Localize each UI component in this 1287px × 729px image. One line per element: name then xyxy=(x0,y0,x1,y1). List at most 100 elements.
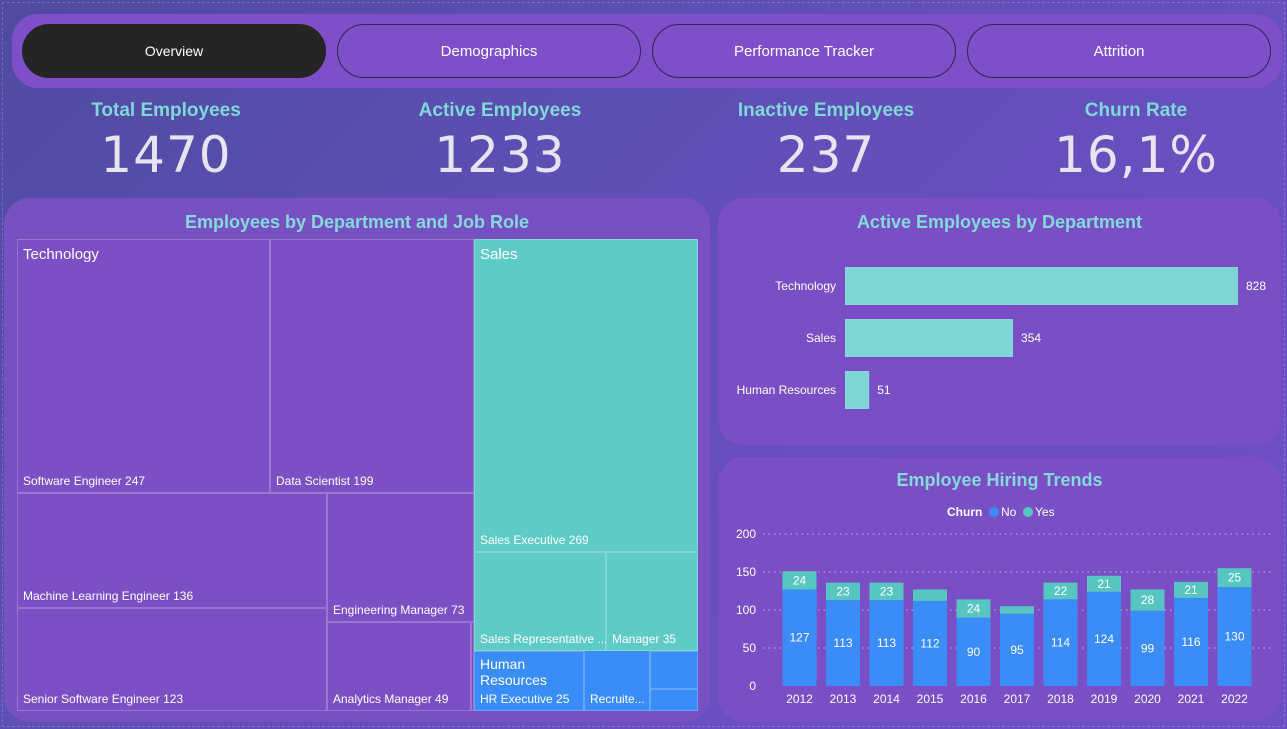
bar-label-yes: 22 xyxy=(1054,584,1068,598)
kpi-value: 1470 xyxy=(100,126,232,184)
hbar-category-label: Technology xyxy=(775,279,836,293)
bar-label-no: 113 xyxy=(833,636,852,650)
bar-segment-yes[interactable] xyxy=(913,589,947,601)
y-tick-label: 50 xyxy=(743,641,757,655)
legend-label-no[interactable]: No xyxy=(1001,505,1017,519)
hbar-value-label: 828 xyxy=(1246,279,1266,293)
treemap-leaf-label: Software Engineer 247 xyxy=(23,474,146,488)
treemap-cell-ml-engineer[interactable]: Machine Learning Engineer 136 xyxy=(17,493,327,608)
bar-segment-yes[interactable] xyxy=(1000,606,1034,614)
x-tick-label: 2018 xyxy=(1047,692,1074,706)
bar-label-no: 124 xyxy=(1094,632,1114,646)
treemap-leaf-label: HR Executive 25 xyxy=(480,692,570,706)
treemap-cell-hr-small-1[interactable] xyxy=(650,651,698,689)
y-tick-label: 100 xyxy=(736,603,756,617)
bar-label-yes: 21 xyxy=(1097,577,1111,591)
bar-label-no: 99 xyxy=(1141,641,1155,655)
kpi-value: 16,1% xyxy=(1054,126,1218,184)
bar-label-no: 130 xyxy=(1224,630,1244,644)
x-tick-label: 2021 xyxy=(1178,692,1205,706)
bar-label-yes: 24 xyxy=(967,601,981,615)
hiring-trends-chart[interactable]: Churn No Yes 0 50 100 150 200 127 24 2012 113 23 2013… xyxy=(718,457,1281,722)
bar-label-no: 113 xyxy=(877,636,896,650)
treemap-panel: Employees by Department and Job Role Tec… xyxy=(4,198,710,722)
kpi-total-employees: Total Employees 1470 xyxy=(16,100,316,184)
y-tick-label: 200 xyxy=(736,527,756,541)
hiring-trends-panel: Employee Hiring Trends Churn No Yes 0 50 100 1… xyxy=(718,457,1281,722)
treemap-cell-sales-representative[interactable]: Sales Representative ... xyxy=(474,552,608,651)
kpi-value: 1233 xyxy=(434,126,566,184)
x-tick-label: 2016 xyxy=(960,692,987,706)
treemap-leaf-label: Data Scientist 199 xyxy=(276,474,374,488)
x-tick-label: 2015 xyxy=(917,692,944,706)
hbar-bar[interactable] xyxy=(845,319,1014,357)
x-tick-label: 2014 xyxy=(873,692,900,706)
treemap-cell-hr-small-2[interactable] xyxy=(650,689,698,711)
treemap-dept-label: Human Resources xyxy=(480,656,547,688)
treemap-dept-label: Technology xyxy=(23,246,99,263)
x-tick-label: 2012 xyxy=(786,692,813,706)
bar-label-no: 90 xyxy=(967,645,981,659)
treemap-leaf-label: Senior Software Engineer 123 xyxy=(23,692,184,706)
bar-label-yes: 25 xyxy=(1228,571,1242,585)
active-by-dept-panel: Active Employees by Department Technolog… xyxy=(718,198,1281,445)
y-tick-label: 150 xyxy=(736,565,756,579)
legend-swatch-yes xyxy=(1023,507,1033,517)
y-tick-label: 0 xyxy=(749,679,756,693)
kpi-title: Total Employees xyxy=(91,100,241,121)
active-by-dept-chart[interactable]: Technology 828 Sales 354 Human Resources 51 xyxy=(718,198,1281,445)
bar-label-yes: 23 xyxy=(880,584,894,598)
hbar-value-label: 51 xyxy=(877,383,891,397)
tab-performance-tracker[interactable]: Performance Tracker xyxy=(652,24,956,78)
bar-label-no: 114 xyxy=(1051,636,1070,650)
treemap-cell-hr-executive[interactable]: Human Resources HR Executive 25 xyxy=(474,651,584,711)
treemap-leaf-label: Sales Representative ... xyxy=(480,632,608,646)
treemap-leaf-label: Analytics Manager 49 xyxy=(333,692,449,706)
hbar-category-label: Human Resources xyxy=(737,383,836,397)
bar-label-yes: 21 xyxy=(1184,583,1198,597)
hbar-bar[interactable] xyxy=(845,267,1238,305)
x-tick-label: 2017 xyxy=(1004,692,1031,706)
treemap-cell-senior-software-engineer[interactable]: Senior Software Engineer 123 xyxy=(17,608,327,711)
treemap[interactable]: Technology Software Engineer 247 Data Sc… xyxy=(17,239,698,711)
hbar-category-label: Sales xyxy=(806,331,836,345)
bar-label-no: 112 xyxy=(920,636,939,650)
legend-label-yes[interactable]: Yes xyxy=(1035,505,1055,519)
treemap-leaf-label: Recruite... xyxy=(590,692,645,706)
tab-attrition[interactable]: Attrition xyxy=(967,24,1271,78)
tab-demographics[interactable]: Demographics xyxy=(337,24,641,78)
treemap-cell-engineering-manager[interactable]: Engineering Manager 73 xyxy=(327,493,474,622)
treemap-title: Employees by Department and Job Role xyxy=(184,212,530,232)
treemap-leaf-label: Machine Learning Engineer 136 xyxy=(23,589,194,603)
kpi-title: Active Employees xyxy=(418,100,582,121)
bar-label-yes: 23 xyxy=(836,584,850,598)
tab-overview[interactable]: Overview xyxy=(22,24,326,78)
treemap-leaf-label: Sales Executive 269 xyxy=(480,533,589,547)
treemap-cell-recruiter[interactable]: Recruite... xyxy=(584,651,650,711)
kpi-churn-rate: Churn Rate 16,1% xyxy=(986,100,1286,184)
legend-title: Churn xyxy=(947,505,982,519)
kpi-value: 237 xyxy=(776,126,876,184)
hbar-value-label: 354 xyxy=(1021,331,1041,345)
legend-swatch-no xyxy=(989,507,999,517)
bar-label-yes: 28 xyxy=(1141,593,1155,607)
x-tick-label: 2019 xyxy=(1091,692,1118,706)
kpi-inactive-employees: Inactive Employees 237 xyxy=(676,100,976,184)
treemap-leaf-label: Manager 35 xyxy=(612,632,677,646)
treemap-cell-manager[interactable]: Manager 35 xyxy=(606,552,698,651)
treemap-cell-data-scientist[interactable]: Data Scientist 199 xyxy=(270,239,474,493)
kpi-active-employees: Active Employees 1233 xyxy=(350,100,650,184)
nav-bar: Overview Demographics Performance Tracke… xyxy=(12,14,1282,88)
x-tick-label: 2013 xyxy=(830,692,857,706)
bar-label-yes: 24 xyxy=(793,573,807,587)
treemap-cell-sales-executive[interactable]: Sales Sales Executive 269 xyxy=(474,239,698,552)
bar-label-no: 116 xyxy=(1181,635,1200,649)
bar-label-no: 127 xyxy=(789,631,809,645)
kpi-title: Inactive Employees xyxy=(737,100,915,121)
treemap-cell-software-engineer[interactable]: Technology Software Engineer 247 xyxy=(17,239,270,493)
bar-label-no: 95 xyxy=(1010,643,1024,657)
hbar-bar[interactable] xyxy=(845,371,870,409)
treemap-dept-label: Sales xyxy=(480,246,518,263)
treemap-cell-analytics-manager[interactable]: Analytics Manager 49 xyxy=(327,622,471,711)
x-tick-label: 2022 xyxy=(1221,692,1248,706)
